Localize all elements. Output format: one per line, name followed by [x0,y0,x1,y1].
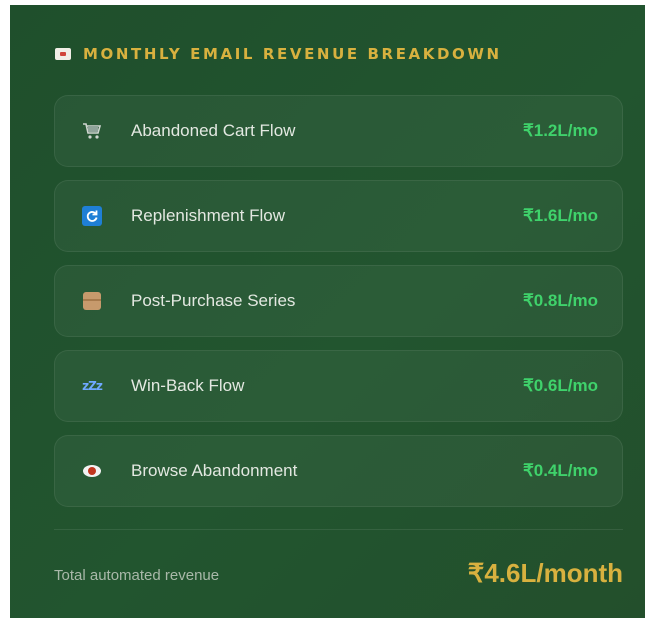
flow-row-replenishment: Replenishment Flow ₹1.6L/mo [54,180,623,252]
shopping-cart-icon [79,118,105,144]
panel-title: MONTHLY EMAIL REVENUE BREAKDOWN [83,45,502,63]
flow-row-post-purchase: Post-Purchase Series ₹0.8L/mo [54,265,623,337]
package-icon [79,288,105,314]
sleeping-zzz-icon: zZz [82,379,103,393]
flow-value: ₹0.6L/mo [522,376,598,395]
divider [54,529,623,530]
flow-label: Post-Purchase Series [131,291,296,310]
flow-value: ₹0.4L/mo [522,461,598,480]
envelope-icon [55,48,71,60]
flow-label: Browse Abandonment [131,461,298,480]
flow-row-browse-abandonment: Browse Abandonment ₹0.4L/mo [54,435,623,507]
flow-label: Abandoned Cart Flow [131,121,296,140]
flow-value: ₹1.6L/mo [522,206,598,225]
total-value: ₹4.6L/month [467,558,623,588]
panel-heading: MONTHLY EMAIL REVENUE BREAKDOWN [55,45,502,63]
flow-value: ₹1.2L/mo [522,121,598,140]
total-label: Total automated revenue [54,567,220,584]
flow-row-abandoned-cart: Abandoned Cart Flow ₹1.2L/mo [54,95,623,167]
flow-value: ₹0.8L/mo [522,291,598,310]
refresh-icon [79,203,105,229]
flow-row-win-back: zZz Win-Back Flow ₹0.6L/mo [54,350,623,422]
flow-label: Win-Back Flow [131,376,245,395]
revenue-breakdown-panel: MONTHLY EMAIL REVENUE BREAKDOWN Abandone… [10,5,645,618]
flow-list: Abandoned Cart Flow ₹1.2L/mo Replenishme… [54,95,623,520]
eye-icon [79,458,105,484]
flow-label: Replenishment Flow [131,206,286,225]
